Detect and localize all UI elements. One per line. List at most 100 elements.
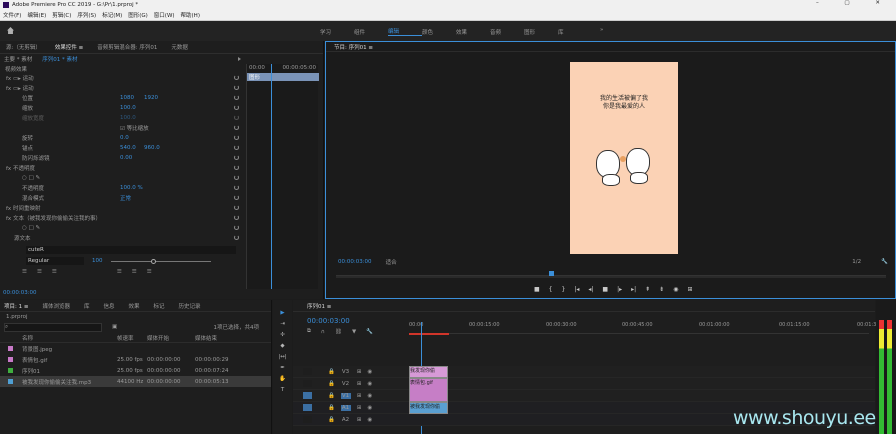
lock-icon[interactable]: 🔒 bbox=[328, 405, 335, 411]
workspace-tab-5[interactable]: 音频 bbox=[490, 28, 524, 36]
effect-row-value[interactable]: 0.00 bbox=[120, 155, 132, 161]
eye-icon[interactable]: ◉ bbox=[367, 381, 372, 387]
fit-dropdown[interactable]: 适合 bbox=[386, 258, 397, 266]
in-point-icon[interactable]: { bbox=[549, 286, 553, 293]
step-forward-icon[interactable]: |▸ bbox=[617, 286, 622, 293]
track-target[interactable] bbox=[303, 368, 312, 375]
workspace-tab-0[interactable]: 学习 bbox=[320, 28, 354, 36]
font-field[interactable]: cuteR bbox=[26, 246, 236, 254]
program-timecode[interactable]: 00:00:03:00 bbox=[338, 259, 372, 265]
hand-icon[interactable]: ✋ bbox=[279, 376, 286, 382]
effect-row[interactable]: 不透明度 100.0 % bbox=[0, 183, 246, 193]
camera-icon[interactable]: ◉ bbox=[673, 286, 678, 293]
effect-row[interactable]: 源文本 bbox=[0, 233, 246, 243]
selection-tool-icon[interactable]: ▶ bbox=[280, 310, 284, 316]
project-tab-4[interactable]: 效果 bbox=[129, 302, 140, 310]
track-header[interactable]: 🔒 V2 ⊞ ◉ bbox=[293, 378, 875, 390]
reset-icon[interactable] bbox=[234, 125, 239, 130]
reset-icon[interactable] bbox=[234, 95, 239, 100]
reset-icon[interactable] bbox=[234, 215, 239, 220]
track-select-icon[interactable]: ⇥ bbox=[280, 321, 285, 327]
effect-row[interactable]: 缩放 100.0 bbox=[0, 103, 246, 113]
reset-icon[interactable] bbox=[234, 105, 239, 110]
quality-dropdown[interactable]: 1/2 bbox=[852, 259, 861, 265]
lock-icon[interactable]: 🔒 bbox=[328, 369, 335, 375]
reset-icon[interactable] bbox=[234, 135, 239, 140]
font-style-field[interactable]: Regular bbox=[26, 257, 84, 265]
time-ruler[interactable]: 00:00 00:00:15:00 00:00:30:00 00:00:45:00 00… bbox=[409, 320, 888, 334]
project-col-3[interactable]: 媒体结束 bbox=[195, 334, 243, 342]
effect-row[interactable]: ○ □ ✎ bbox=[0, 173, 246, 183]
linked-icon[interactable]: ⛓ bbox=[335, 329, 342, 335]
effect-row[interactable]: fx ▭▸ 运动 bbox=[0, 73, 246, 83]
marker-add-icon[interactable]: ▼ bbox=[352, 329, 356, 335]
snap-icon[interactable]: ∩ bbox=[321, 329, 325, 335]
track-target[interactable] bbox=[303, 416, 312, 423]
effect-row[interactable]: 旋转 0.0 bbox=[0, 133, 246, 143]
effect-timeline[interactable]: 00:00 00:00:05:00 图形 bbox=[246, 64, 319, 289]
project-item[interactable]: 被我发现你偷偷关注我.mp3 44100 Hz 00:00:00:00 00:00:0… bbox=[0, 376, 271, 387]
workspace-tab-4[interactable]: 效果 bbox=[456, 28, 490, 36]
reset-icon[interactable] bbox=[234, 85, 239, 90]
project-tab-0[interactable]: 项目: 1 ≡ bbox=[4, 302, 28, 310]
effect-row-value2[interactable]: 1920 bbox=[144, 95, 158, 101]
track-target[interactable] bbox=[303, 404, 312, 411]
out-point-icon[interactable]: } bbox=[562, 286, 566, 293]
lock-icon[interactable]: 🔒 bbox=[328, 381, 335, 387]
sync-lock-icon[interactable]: ⊞ bbox=[357, 369, 362, 375]
menu-item-1[interactable]: 编辑(E) bbox=[27, 11, 46, 19]
track-target[interactable] bbox=[303, 380, 312, 387]
sync-lock-icon[interactable]: ⊞ bbox=[357, 405, 362, 411]
project-tab-6[interactable]: 历史记录 bbox=[179, 302, 201, 310]
eye-icon[interactable]: ◉ bbox=[367, 393, 372, 399]
effect-row[interactable]: 位置 1080 1920 bbox=[0, 93, 246, 103]
project-col-0[interactable]: 名称 bbox=[22, 334, 117, 342]
effect-row[interactable]: ○ □ ✎ bbox=[0, 223, 246, 233]
menu-item-7[interactable]: 帮助(H) bbox=[181, 11, 200, 19]
reset-icon[interactable] bbox=[234, 175, 239, 180]
effect-row[interactable]: fx ▭▸ 运动 bbox=[0, 83, 246, 93]
pen-icon[interactable]: ✒ bbox=[280, 365, 285, 371]
effect-row[interactable]: 混合模式 正常 bbox=[0, 193, 246, 203]
reset-icon[interactable] bbox=[234, 225, 239, 230]
sequence-clip-label[interactable]: 序列01 * 素材 bbox=[42, 55, 77, 63]
font-size-slider[interactable] bbox=[110, 258, 211, 264]
workspace-tab-1[interactable]: 组件 bbox=[354, 28, 388, 36]
left-tab-2[interactable]: 音频剪辑混合器: 序列01 bbox=[97, 43, 157, 51]
effect-row-value[interactable]: ☑ 等比缩放 bbox=[120, 124, 149, 132]
effect-row[interactable]: fx 不透明度 bbox=[0, 163, 246, 173]
eye-icon[interactable]: ◉ bbox=[367, 405, 372, 411]
reset-icon[interactable] bbox=[234, 205, 239, 210]
menu-item-3[interactable]: 序列(S) bbox=[77, 11, 96, 19]
timeline-tab[interactable]: 序列01 ≡ bbox=[307, 302, 331, 310]
wrench-icon[interactable]: 🔧 bbox=[881, 259, 888, 265]
ripple-edit-icon[interactable]: ✢ bbox=[280, 332, 285, 338]
font-size-value[interactable]: 100 bbox=[92, 258, 103, 264]
effect-row-value[interactable]: 100.0 bbox=[120, 105, 136, 111]
window-controls[interactable]: – ▢ ✕ bbox=[816, 0, 892, 6]
workspace-tab-7[interactable]: 库 bbox=[558, 28, 592, 36]
workspace-overflow[interactable]: » bbox=[600, 27, 603, 33]
slip-icon[interactable]: |↔| bbox=[278, 354, 286, 360]
project-tab-5[interactable]: 标记 bbox=[154, 302, 165, 310]
program-tab[interactable]: 节目: 序列01 ≡ bbox=[334, 43, 373, 51]
reset-icon[interactable] bbox=[234, 145, 239, 150]
reset-icon[interactable] bbox=[234, 185, 239, 190]
text-align-row[interactable]: ☰ ☰ ☰ ☰ ☰ ☰ bbox=[0, 267, 246, 277]
reset-icon[interactable] bbox=[234, 235, 239, 240]
lift-icon[interactable]: ⇞ bbox=[645, 286, 650, 293]
go-in-icon[interactable]: |◂ bbox=[574, 286, 579, 293]
reset-icon[interactable] bbox=[234, 165, 239, 170]
effect-row[interactable]: fx 文本（被我发现你偷偷关注我的事） bbox=[0, 213, 246, 223]
search-input[interactable]: ⌕ bbox=[4, 322, 102, 332]
effect-row[interactable]: 防闪烁滤镜 0.00 bbox=[0, 153, 246, 163]
effect-playhead[interactable] bbox=[271, 64, 272, 289]
settings-icon[interactable]: 🔧 bbox=[366, 329, 373, 335]
lock-icon[interactable]: 🔒 bbox=[328, 393, 335, 399]
reset-icon[interactable] bbox=[234, 155, 239, 160]
project-tab-1[interactable]: 媒体浏览器 bbox=[42, 302, 70, 310]
project-tab-2[interactable]: 库 bbox=[84, 302, 90, 310]
effect-row[interactable]: 缩放宽度 100.0 bbox=[0, 113, 246, 123]
reset-icon[interactable] bbox=[234, 115, 239, 120]
stop-icon[interactable]: ■ bbox=[602, 286, 608, 293]
